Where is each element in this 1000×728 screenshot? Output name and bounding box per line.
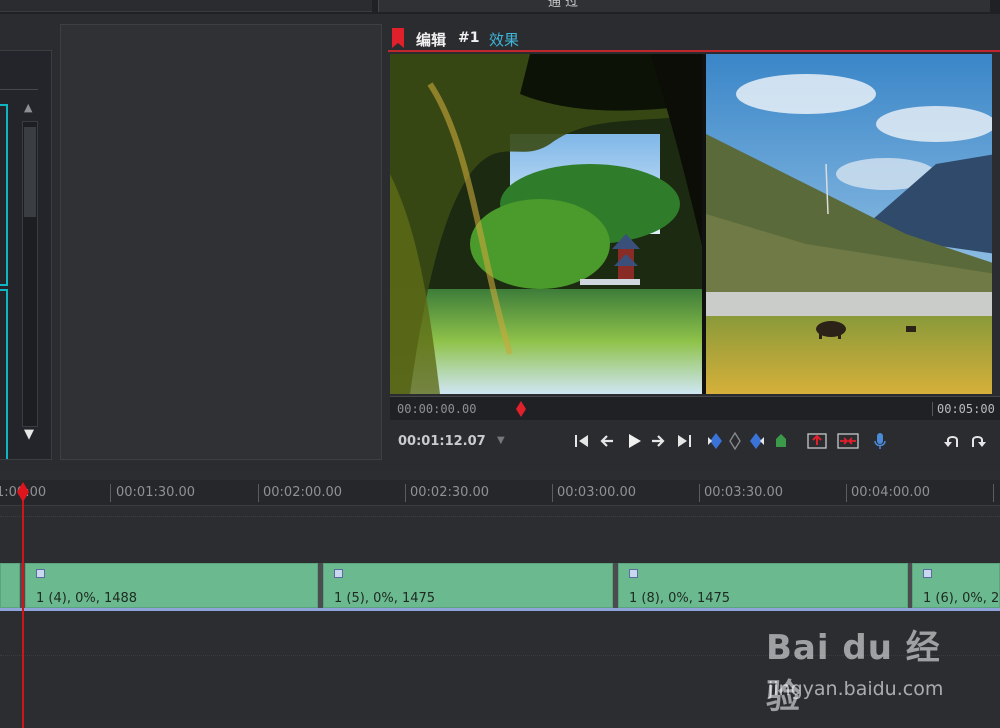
microphone-icon[interactable] [872, 431, 888, 451]
redo-icon[interactable] [968, 431, 988, 451]
watermark-url: jingyan.baidu.com [768, 678, 944, 700]
watermark: Bai du 经验 jingyan.baidu.com [766, 620, 966, 717]
properties-panel [60, 24, 382, 460]
time-dropdown-icon[interactable]: ▼ [497, 435, 505, 446]
selected-item-frame[interactable] [0, 104, 8, 286]
ruler-label: 00:03:00.00 [557, 485, 637, 500]
timeline-clip[interactable]: 1 (4), 0%, 1488 [25, 563, 318, 608]
clip-label: 1 (5), 0%, 1475 [334, 591, 436, 606]
scroll-down-icon[interactable]: ▼ [24, 427, 34, 442]
preview-header: 编辑 #1 效果 [388, 24, 1000, 52]
go-to-start-icon[interactable] [572, 431, 592, 451]
lake-pagoda-scene [390, 54, 704, 394]
ruler-tick [699, 484, 700, 502]
ruler-label: 00:02:30.00 [410, 485, 490, 500]
playhead-line[interactable] [22, 484, 24, 728]
preview-timeline-ruler[interactable]: 00:00:00.00 00:05:00 [390, 396, 1000, 420]
audio-track-line [0, 608, 1000, 611]
clip-label: 1 (6), 0%, 2 [923, 591, 1000, 606]
scroll-up-icon[interactable]: ▲ [24, 101, 32, 114]
ruler-end-time: 00:05:00 [932, 402, 995, 416]
video-preview[interactable] [390, 54, 992, 394]
keyframe-next-icon[interactable] [748, 431, 766, 451]
trim-icon[interactable] [836, 431, 860, 451]
clip-label: 1 (4), 0%, 1488 [36, 591, 138, 606]
timeline-ruler[interactable]: 1:00:00 00:01:30.00 00:02:00.00 00:02:30… [0, 480, 1000, 506]
clip-handle-icon[interactable] [923, 569, 932, 578]
ruler-tick [405, 484, 406, 502]
ruler-label: 00:03:30.00 [704, 485, 784, 500]
step-back-icon[interactable] [598, 431, 618, 451]
ruler-tick [552, 484, 553, 502]
watermark-brand: Bai du 经验 [766, 628, 941, 717]
tab-label: 通 过 [548, 0, 579, 10]
set-in-point-icon[interactable] [806, 431, 828, 451]
tab-active[interactable] [378, 0, 990, 12]
tab-left[interactable] [0, 0, 372, 12]
panel-divider [0, 89, 38, 90]
timeline-clip[interactable]: 1 (5), 0%, 1475 [323, 563, 613, 608]
ruler-tick [258, 484, 259, 502]
marker-icon[interactable] [774, 431, 788, 451]
go-to-end-icon[interactable] [674, 431, 694, 451]
step-forward-icon[interactable] [648, 431, 668, 451]
timeline-clip[interactable]: 1 (8), 0%, 1475 [618, 563, 908, 608]
play-icon[interactable] [624, 431, 644, 451]
track-divider [0, 516, 1000, 520]
ruler-tick [846, 484, 847, 502]
clip-label: 1 (8), 0%, 1475 [629, 591, 731, 606]
transport-bar: 00:01:12.07 ▼ [390, 424, 1000, 458]
mountain-meadow-scene [706, 54, 992, 394]
top-tab-bar: 通 过 [0, 0, 1000, 14]
playhead-icon[interactable] [17, 482, 29, 502]
effects-tab[interactable]: 效果 [489, 29, 519, 50]
undo-icon[interactable] [942, 431, 962, 451]
ruler-label: 00:04:00.00 [851, 485, 931, 500]
preview-panel: 编辑 #1 效果 00:00:00.00 00:05:00 00:01:12.0… [388, 24, 1000, 460]
position-marker-icon[interactable] [516, 401, 526, 417]
app-window: 通 过 ▲ ▼ 编辑 #1 效果 00:00:00.00 00:05:00 00… [0, 0, 1000, 728]
selected-item-frame-2[interactable] [0, 289, 8, 459]
ruler-tick [993, 484, 994, 502]
scrollbar-thumb[interactable] [24, 127, 36, 217]
flag-icon [392, 28, 404, 48]
edit-title: 编辑 [416, 31, 447, 49]
ruler-label: 00:01:30.00 [116, 485, 196, 500]
timeline-clip[interactable] [0, 563, 20, 608]
clip-handle-icon[interactable] [334, 569, 343, 578]
ruler-tick [110, 484, 111, 502]
media-list-panel: ▲ ▼ [0, 50, 52, 460]
timeline-clip[interactable]: 1 (6), 0%, 2 [912, 563, 1000, 608]
keyframe-prev-icon[interactable] [706, 431, 724, 451]
clip-handle-icon[interactable] [36, 569, 45, 578]
split-divider [702, 54, 706, 394]
current-time[interactable]: 00:01:12.07 [398, 434, 486, 449]
ruler-label: 00:02:00.00 [263, 485, 343, 500]
keyframe-add-icon[interactable] [728, 431, 742, 451]
clip-handle-icon[interactable] [629, 569, 638, 578]
ruler-start-time: 00:00:00.00 [397, 402, 477, 416]
edit-number: #1 [458, 30, 480, 46]
